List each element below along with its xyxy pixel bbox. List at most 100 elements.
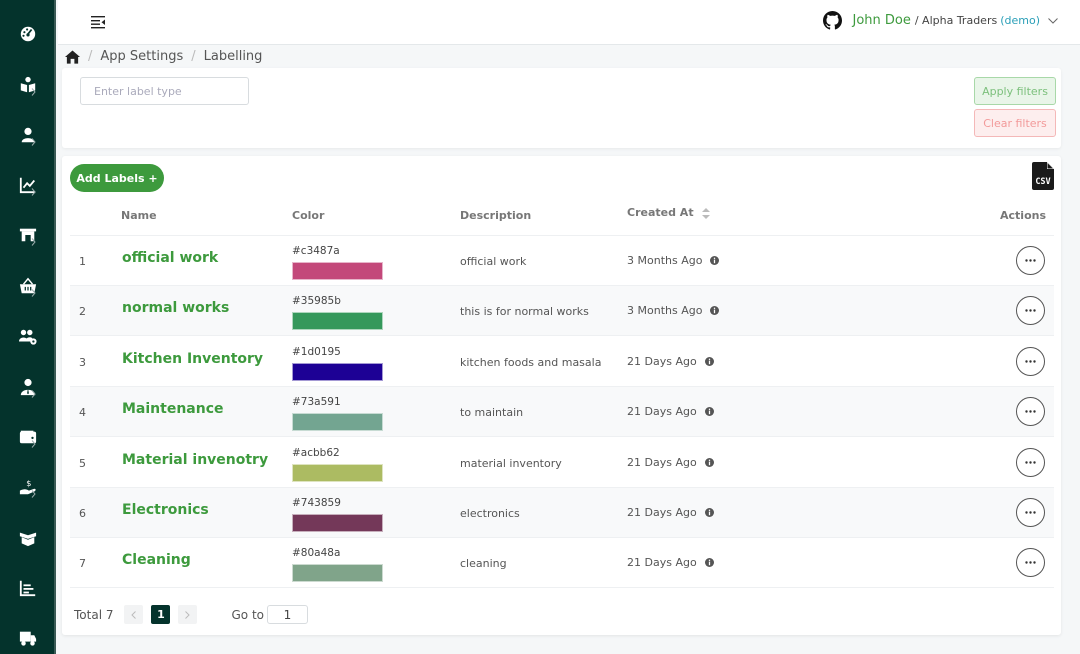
created-at-cell: 3 Months Ago bbox=[627, 254, 720, 267]
color-swatch bbox=[292, 312, 383, 331]
demo-tag: (demo) bbox=[1000, 14, 1040, 27]
chevron-right-icon bbox=[31, 81, 36, 96]
dashboard-gauge-icon bbox=[20, 26, 36, 42]
column-header-actions: Actions bbox=[1000, 209, 1046, 222]
sidebar-item-inventory[interactable] bbox=[0, 523, 56, 553]
table-row: 1 official work #c3487a official work 3 Mont… bbox=[70, 236, 1054, 286]
table-row: 7 Cleaning #80a48a cleaning 21 Days Ago bbox=[70, 538, 1054, 589]
table-row: 4 Maintenance #73a591 to maintain 21 Days Ag… bbox=[70, 387, 1054, 438]
label-description: this is for normal works bbox=[460, 305, 589, 319]
color-hex: #80a48a bbox=[292, 547, 341, 560]
chevron-right-icon bbox=[31, 433, 36, 448]
label-type-input[interactable] bbox=[80, 77, 249, 105]
sidebar-item-wallet[interactable] bbox=[0, 422, 56, 452]
info-icon[interactable] bbox=[710, 306, 720, 316]
chevron-right-icon bbox=[31, 181, 36, 196]
row-index: 3 bbox=[79, 355, 86, 369]
next-page-button[interactable] bbox=[178, 605, 198, 624]
user-name: John Doe bbox=[852, 13, 911, 28]
label-name-link[interactable]: Cleaning bbox=[122, 552, 191, 568]
more-horizontal-icon bbox=[1025, 360, 1036, 363]
row-actions-button[interactable] bbox=[1016, 498, 1045, 527]
apply-filters-button[interactable]: Apply filters bbox=[974, 77, 1056, 105]
home-icon[interactable] bbox=[65, 49, 80, 64]
more-horizontal-icon bbox=[1025, 511, 1036, 514]
prev-page-button[interactable] bbox=[124, 605, 144, 624]
label-description: to maintain bbox=[460, 406, 524, 420]
clear-filters-button[interactable]: Clear filters bbox=[974, 109, 1056, 137]
sidebar-item-payments[interactable]: $ bbox=[0, 472, 56, 502]
row-actions-button[interactable] bbox=[1016, 397, 1045, 427]
row-index: 6 bbox=[79, 507, 86, 520]
row-actions-button[interactable] bbox=[1016, 548, 1045, 578]
chevron-right-icon bbox=[185, 610, 191, 619]
info-icon[interactable] bbox=[710, 256, 720, 265]
info-icon[interactable] bbox=[704, 558, 714, 568]
label-name-link[interactable]: Electronics bbox=[122, 502, 209, 518]
row-actions-button[interactable] bbox=[1016, 447, 1045, 477]
info-icon[interactable] bbox=[704, 407, 714, 417]
label-description: electronics bbox=[460, 507, 520, 520]
page-button-current[interactable]: 1 bbox=[151, 605, 171, 624]
info-icon[interactable] bbox=[704, 457, 714, 467]
csv-export-icon[interactable]: CSV bbox=[1032, 162, 1054, 190]
chevron-right-icon bbox=[31, 483, 36, 498]
sidebar-item-dashboard[interactable] bbox=[0, 19, 56, 49]
row-actions-button[interactable] bbox=[1016, 346, 1045, 376]
info-icon[interactable] bbox=[704, 508, 714, 517]
chevron-right-icon bbox=[31, 383, 36, 398]
sidebar-item-store[interactable] bbox=[0, 220, 56, 250]
sidebar-item-purchases[interactable] bbox=[0, 271, 56, 301]
created-at-cell: 21 Days Ago bbox=[627, 556, 714, 569]
created-at-value: 3 Months Ago bbox=[627, 304, 703, 318]
filter-panel: Apply filters Clear filters bbox=[62, 68, 1061, 148]
sort-icon[interactable] bbox=[702, 207, 711, 219]
row-actions-button[interactable] bbox=[1016, 246, 1045, 275]
row-index: 4 bbox=[79, 406, 86, 420]
created-at-cell: 21 Days Ago bbox=[627, 456, 714, 469]
row-index: 5 bbox=[79, 456, 86, 470]
row-actions-button[interactable] bbox=[1016, 296, 1045, 326]
github-icon bbox=[823, 11, 843, 30]
truck-icon bbox=[19, 631, 37, 646]
menu-toggle-button[interactable] bbox=[90, 14, 106, 30]
created-at-value: 21 Days Ago bbox=[627, 455, 697, 469]
breadcrumb-separator: / bbox=[191, 49, 196, 64]
label-name-link[interactable]: Material invenotry bbox=[122, 452, 268, 468]
chevron-down-icon bbox=[1048, 17, 1058, 24]
table-row: 5 Material invenotry #acbb62 material inven… bbox=[70, 438, 1054, 488]
pagination: Total 7 1 Go to bbox=[74, 605, 308, 624]
breadcrumb-separator: / bbox=[88, 49, 93, 64]
add-labels-button[interactable]: Add Labels + bbox=[70, 164, 164, 192]
sidebar-item-teams[interactable] bbox=[0, 322, 56, 352]
breadcrumb-app-settings[interactable]: App Settings bbox=[100, 49, 183, 64]
user-menu[interactable]: John Doe / Alpha Traders (demo) bbox=[823, 11, 1058, 30]
row-index: 1 bbox=[79, 255, 86, 268]
sidebar-item-employees[interactable] bbox=[0, 372, 56, 402]
created-at-cell: 3 Months Ago bbox=[627, 304, 720, 318]
label-description: kitchen foods and masala bbox=[460, 355, 602, 369]
users-cog-icon bbox=[19, 329, 37, 345]
sidebar-item-delivery[interactable] bbox=[0, 623, 56, 653]
goto-page-input[interactable] bbox=[267, 605, 308, 624]
sidebar-item-reader[interactable] bbox=[0, 70, 56, 100]
label-name-link[interactable]: official work bbox=[122, 250, 218, 266]
csv-label: CSV bbox=[1035, 177, 1050, 187]
column-header-description: Description bbox=[460, 209, 532, 222]
info-icon[interactable] bbox=[704, 356, 714, 366]
table-row: 2 normal works #35985b this is for normal w… bbox=[70, 286, 1054, 337]
label-description: official work bbox=[460, 255, 527, 268]
label-name-link[interactable]: Maintenance bbox=[122, 401, 224, 417]
label-name-link[interactable]: Kitchen Inventory bbox=[122, 351, 263, 367]
label-description: cleaning bbox=[460, 557, 507, 571]
column-header-created-at[interactable]: Created At bbox=[627, 206, 711, 219]
more-horizontal-icon bbox=[1025, 309, 1036, 313]
row-index: 2 bbox=[79, 305, 86, 319]
top-bar: John Doe / Alpha Traders (demo) bbox=[58, 0, 1080, 45]
sidebar-item-analytics[interactable] bbox=[0, 573, 56, 603]
sidebar-item-users[interactable] bbox=[0, 120, 56, 150]
sidebar-item-reports[interactable] bbox=[0, 170, 56, 200]
label-name-link[interactable]: normal works bbox=[122, 300, 229, 316]
created-at-value: 21 Days Ago bbox=[627, 506, 697, 519]
color-hex: #743859 bbox=[292, 497, 341, 509]
